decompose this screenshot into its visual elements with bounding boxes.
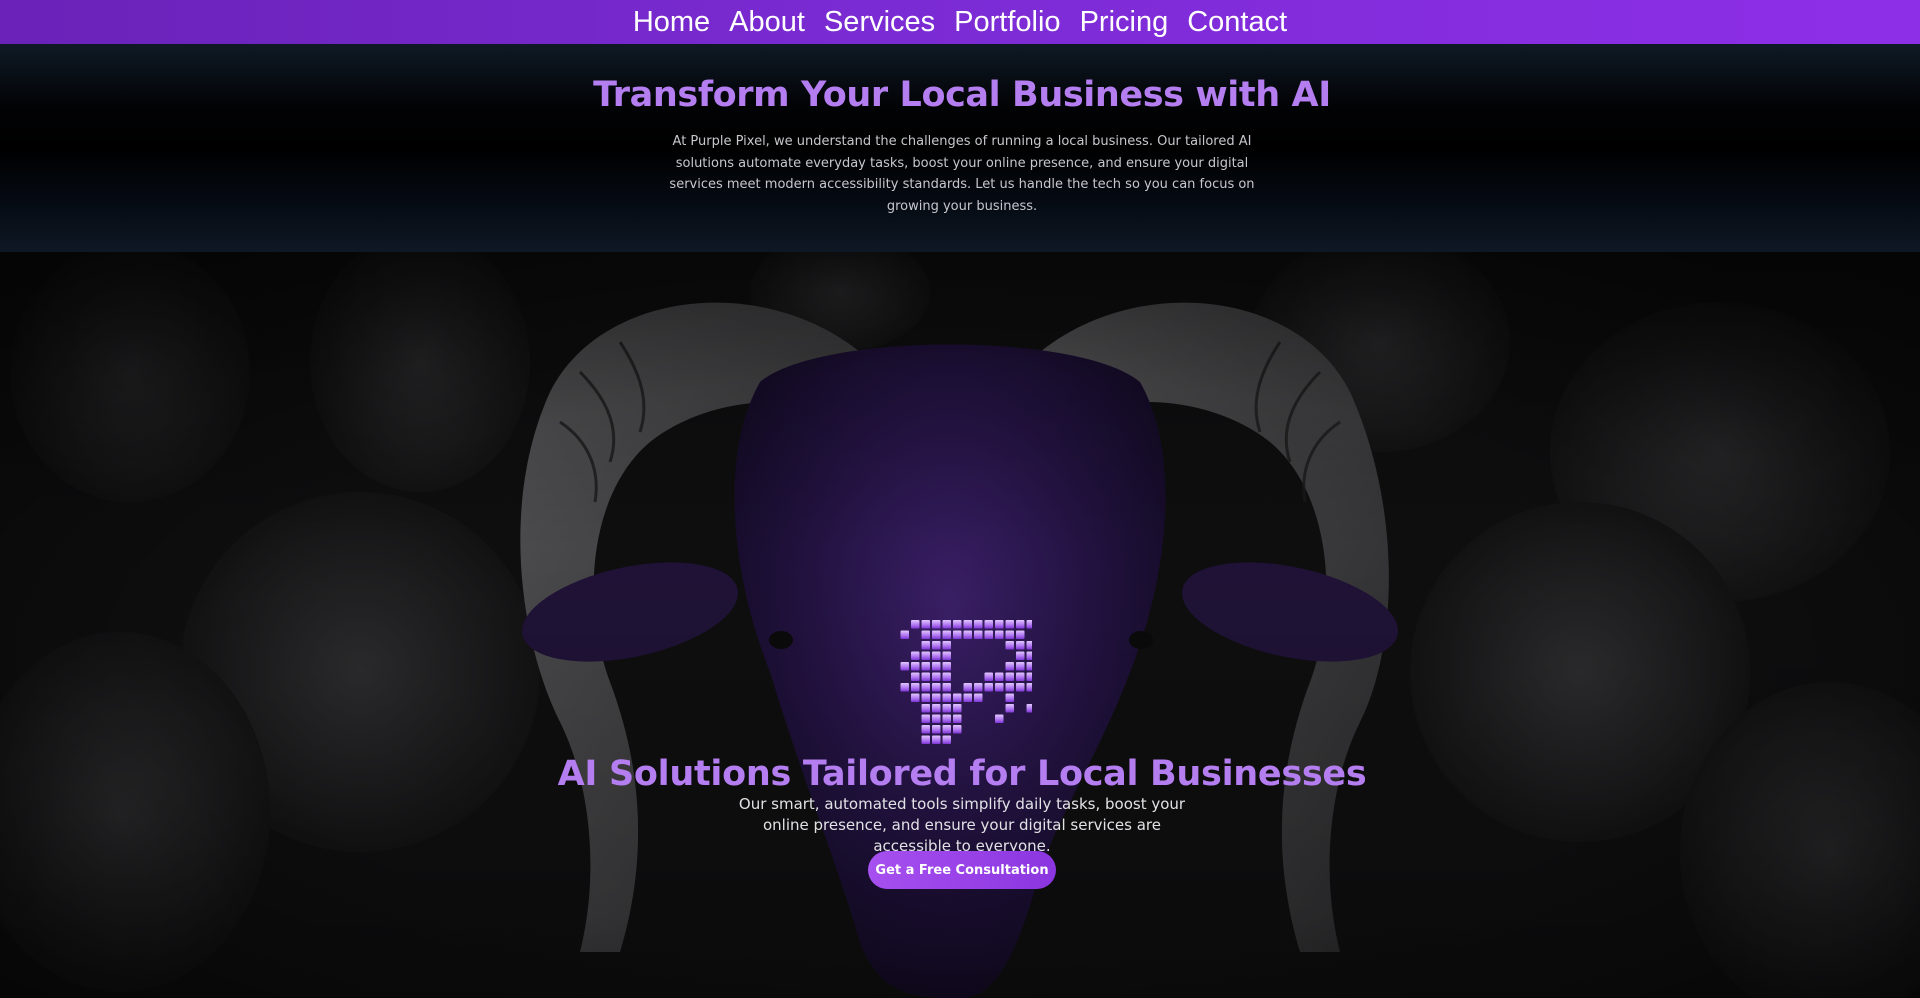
nav-link-pricing[interactable]: Pricing [1080, 0, 1169, 44]
hero-section: AI Solutions Tailored for Local Business… [0, 252, 1920, 998]
intro-title: Transform Your Local Business with AI [593, 75, 1331, 115]
nav-link-contact[interactable]: Contact [1187, 0, 1287, 44]
nav-link-home[interactable]: Home [633, 0, 710, 44]
hero-subtitle: Our smart, automated tools simplify dail… [738, 795, 1186, 855]
pixel-p-logo-icon [900, 620, 1032, 744]
top-navigation: Home About Services Portfolio Pricing Co… [0, 0, 1920, 44]
hero-title: AI Solutions Tailored for Local Business… [557, 754, 1367, 794]
nav-link-about[interactable]: About [729, 0, 805, 44]
intro-paragraph: At Purple Pixel, we understand the chall… [669, 134, 1255, 214]
nav-link-services[interactable]: Services [824, 0, 935, 44]
nav-link-portfolio[interactable]: Portfolio [954, 0, 1060, 44]
intro-section: Transform Your Local Business with AI At… [0, 44, 1920, 252]
free-consultation-button[interactable]: Get a Free Consultation [868, 851, 1056, 889]
